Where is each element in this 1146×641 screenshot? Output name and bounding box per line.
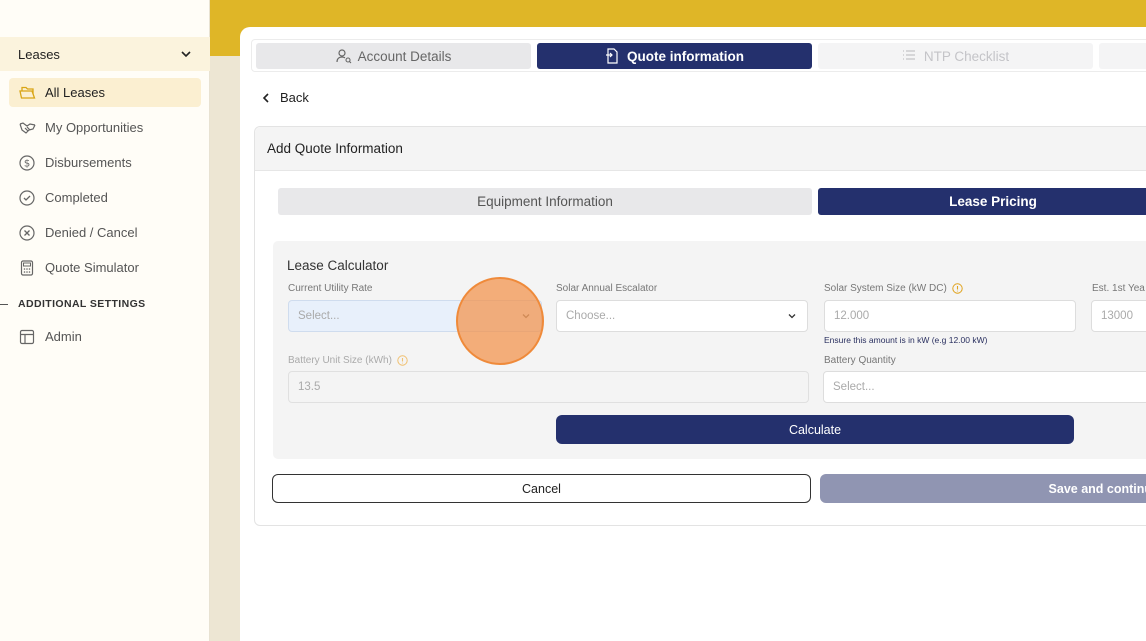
lease-calculator-title: Lease Calculator (287, 258, 389, 273)
tab-quote-information[interactable]: Quote information (537, 43, 812, 69)
sidebar-item-admin[interactable]: Admin (9, 322, 201, 351)
sidebar-item-my-opportunities[interactable]: My Opportunities (9, 113, 201, 142)
quote-card: Add Quote Information Equipment Informat… (254, 126, 1146, 526)
tab-ntp-checklist[interactable]: NTP Checklist (818, 43, 1093, 69)
click-indicator (456, 277, 544, 365)
system-size-value: 12.000 (834, 310, 870, 322)
sidebar-item-label: My Opportunities (45, 120, 144, 135)
sidebar-item-all-leases[interactable]: All Leases (9, 78, 201, 107)
layout-icon (18, 328, 36, 346)
tab-label: Account Details (357, 48, 452, 64)
est-first-year-value: 13000 (1101, 310, 1133, 322)
battery-unit-size-label: Battery Unit Size (kWh) (288, 355, 392, 366)
info-icon (397, 355, 408, 366)
sidebar-nav: All Leases My Opportunities $ Disburseme… (9, 78, 201, 288)
battery-quantity-label: Battery Quantity (824, 355, 896, 366)
user-search-icon (335, 48, 352, 64)
subtab-equipment-information[interactable]: Equipment Information (278, 188, 812, 215)
svg-text:$: $ (24, 158, 30, 169)
escalator-placeholder: Choose... (566, 310, 616, 322)
sidebar-item-label: Admin (45, 329, 82, 344)
battery-quantity-select[interactable]: Select... (823, 371, 1146, 403)
additional-settings-label: ADDITIONAL SETTINGS (18, 298, 146, 310)
leases-section-toggle[interactable]: Leases (0, 37, 210, 71)
tab-label: Quote information (627, 48, 744, 64)
quote-card-title: Add Quote Information (255, 127, 1146, 171)
est-first-year-label: Est. 1st Yea (1092, 283, 1145, 294)
cancel-button[interactable]: Cancel (272, 474, 811, 503)
check-circle-icon (18, 189, 36, 207)
escalator-select[interactable]: Choose... (556, 300, 808, 332)
lease-calculator: Lease Calculator Current Utility Rate Se… (273, 241, 1146, 459)
system-size-label: Solar System Size (kW DC) (824, 283, 947, 294)
handshake-icon (18, 119, 36, 137)
step-tabs: Account Details Quote information NTP Ch… (251, 39, 1146, 72)
system-size-label-wrap: Solar System Size (kW DC) (824, 283, 963, 294)
chevron-down-icon (788, 314, 796, 319)
sidebar-item-label: Disbursements (45, 155, 132, 170)
subtab-lease-pricing[interactable]: Lease Pricing (818, 188, 1146, 215)
settings-nav: Admin (9, 322, 201, 357)
dollar-circle-icon: $ (18, 154, 36, 172)
escalator-label: Solar Annual Escalator (556, 283, 658, 294)
brand-logo (20, 0, 140, 8)
battery-unit-size-label-wrap: Battery Unit Size (kWh) (288, 355, 408, 366)
chevron-down-icon (181, 51, 191, 58)
document-icon (605, 48, 621, 64)
est-first-year-input[interactable]: 13000 (1091, 300, 1146, 332)
leases-section-title: Leases (18, 46, 60, 62)
battery-unit-size-value: 13.5 (298, 381, 321, 393)
list-icon (902, 48, 918, 64)
back-link[interactable]: Back (260, 90, 309, 105)
divider (0, 303, 8, 305)
system-size-hint: Ensure this amount is in kW (e.g 12.00 k… (824, 335, 988, 345)
sidebar-item-label: All Leases (45, 85, 105, 100)
x-circle-icon (18, 224, 36, 242)
main-panel: Account Details Quote information NTP Ch… (240, 27, 1146, 641)
sidebar-item-label: Denied / Cancel (45, 225, 138, 240)
tab-account-details[interactable]: Account Details (256, 43, 531, 69)
calculator-icon (18, 259, 36, 277)
system-size-input[interactable]: 12.000 (824, 300, 1076, 332)
info-icon (952, 283, 963, 294)
chevron-left-icon (262, 92, 269, 103)
sidebar: Leases All Leases My Opportunities $ Dis… (0, 0, 210, 641)
battery-quantity-placeholder: Select... (833, 381, 875, 393)
calculate-button[interactable]: Calculate (556, 415, 1074, 444)
utility-rate-label: Current Utility Rate (288, 283, 373, 294)
sidebar-item-label: Completed (45, 190, 108, 205)
battery-unit-size-input: 13.5 (288, 371, 809, 403)
back-label: Back (280, 90, 309, 105)
save-and-continue-button[interactable]: Save and continue (820, 474, 1146, 503)
sidebar-item-quote-simulator[interactable]: Quote Simulator (9, 253, 201, 282)
folder-icon (18, 84, 36, 102)
sidebar-item-completed[interactable]: Completed (9, 183, 201, 212)
utility-rate-placeholder: Select... (298, 310, 340, 322)
sidebar-item-disbursements[interactable]: $ Disbursements (9, 148, 201, 177)
sidebar-item-label: Quote Simulator (45, 260, 139, 275)
tab-next[interactable] (1099, 43, 1146, 69)
sidebar-item-denied-cancel[interactable]: Denied / Cancel (9, 218, 201, 247)
tab-label: NTP Checklist (923, 48, 1010, 64)
additional-settings-heading: ADDITIONAL SETTINGS (0, 296, 210, 312)
